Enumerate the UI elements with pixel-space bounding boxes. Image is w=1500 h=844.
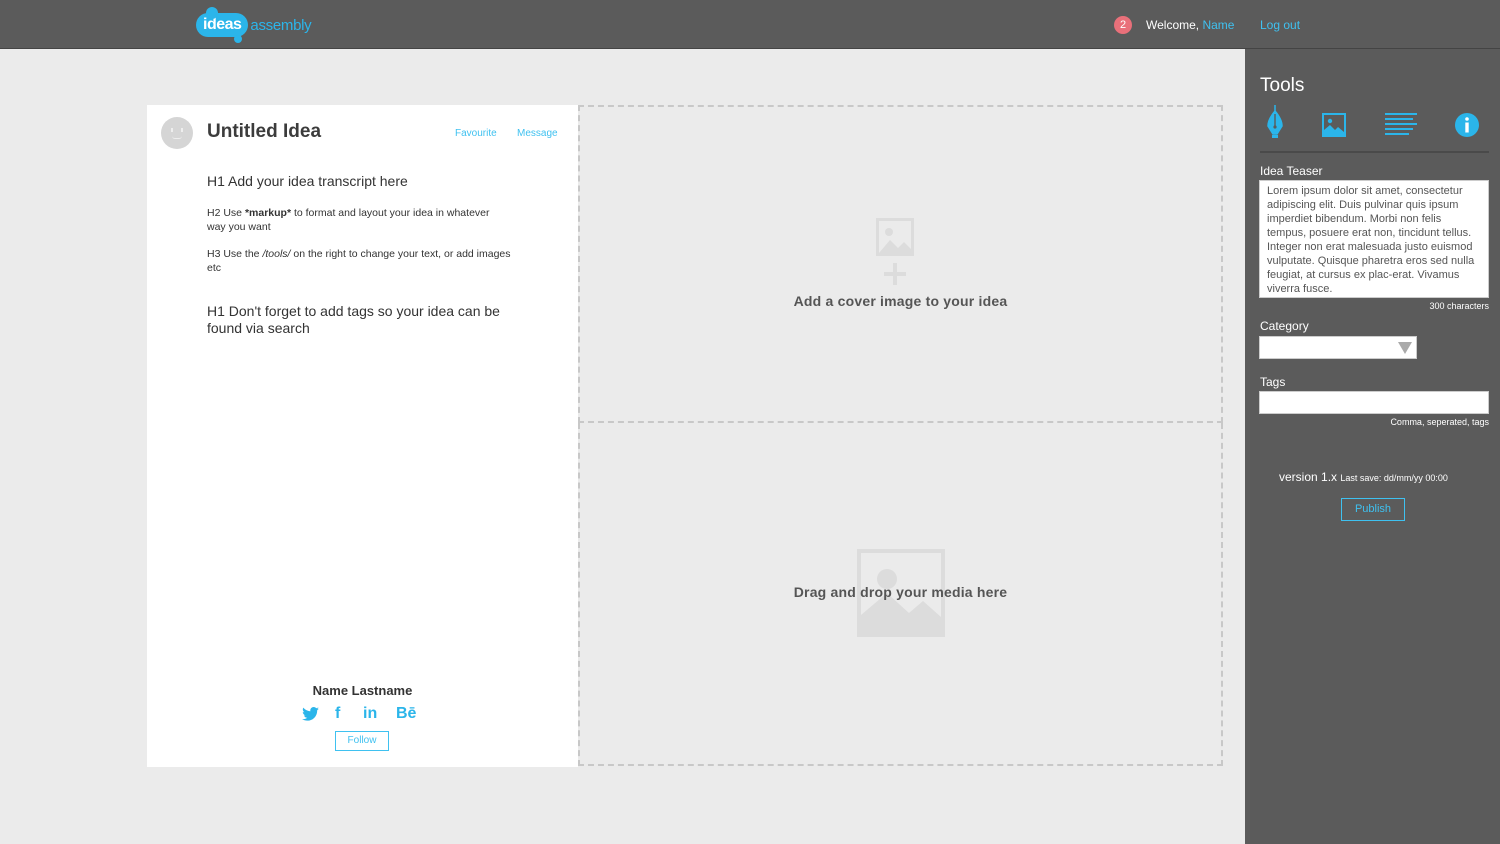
last-save: Last save: dd/mm/yy 00:00 — [1340, 473, 1448, 483]
welcome-text: Welcome, Name — [1146, 18, 1234, 32]
idea-teaser-textarea[interactable]: Lorem ipsum dolor sit amet, consectetur … — [1259, 180, 1489, 298]
h3-tools: /tools/ — [262, 248, 291, 260]
text-align-icon[interactable] — [1385, 113, 1417, 147]
avatar-mouth — [172, 136, 182, 139]
favourite-link[interactable]: Favourite — [455, 128, 497, 139]
teaser-char-count: 300 characters — [1429, 301, 1489, 311]
chevron-down-icon — [1398, 342, 1412, 354]
h2-prefix: H2 Use — [207, 207, 245, 219]
message-link[interactable]: Message — [517, 128, 558, 139]
add-image-icon — [876, 218, 914, 295]
transcript-h1[interactable]: H1 Add your idea transcript here — [207, 173, 408, 189]
h2-markup: *markup* — [244, 207, 292, 219]
avatar[interactable] — [161, 117, 193, 149]
facebook-icon[interactable]: f — [335, 704, 340, 724]
image-icon[interactable] — [1322, 113, 1346, 147]
category-select[interactable] — [1259, 336, 1417, 359]
tags-hint: Comma, seperated, tags — [1390, 417, 1489, 427]
notification-badge[interactable]: 2 — [1114, 16, 1132, 34]
linkedin-icon[interactable]: in — [363, 704, 377, 724]
info-icon[interactable] — [1455, 113, 1479, 147]
idea-teaser-label: Idea Teaser — [1260, 164, 1323, 178]
tools-title: Tools — [1260, 75, 1305, 96]
social-links: f in Bē — [302, 704, 426, 724]
media-drop-prompt: Drag and drop your media here — [793, 584, 1008, 600]
transcript-h3[interactable]: H3 Use the /tools/ on the right to chang… — [207, 247, 527, 275]
tags-input[interactable] — [1259, 391, 1489, 414]
pen-icon[interactable] — [1267, 105, 1283, 139]
idea-title[interactable]: Untitled Idea — [207, 121, 321, 143]
follow-button[interactable]: Follow — [335, 731, 389, 751]
version-info: version 1.x Last save: dd/mm/yy 00:00 — [1279, 470, 1448, 484]
cover-image-prompt: Add a cover image to your idea — [793, 293, 1008, 309]
idea-card: Untitled Idea Favourite Message H1 Add y… — [147, 105, 578, 767]
top-bar: ideas assembly 2 Welcome, Name Log out — [0, 0, 1500, 49]
user-name-link[interactable]: Name — [1202, 18, 1234, 32]
twitter-icon[interactable] — [302, 704, 319, 724]
logo-bubble: ideas — [196, 7, 249, 43]
logo-wordmark: assembly — [250, 16, 312, 34]
version-number: version 1.x — [1279, 470, 1338, 484]
tools-divider — [1260, 151, 1489, 153]
behance-icon[interactable]: Bē — [396, 704, 416, 724]
transcript-h2[interactable]: H2 Use *markup* to format and layout you… — [207, 206, 507, 234]
tags-label: Tags — [1260, 375, 1286, 389]
avatar-eye — [171, 128, 173, 132]
author-name[interactable]: Name Lastname — [147, 683, 578, 698]
ideas-assembly-logo[interactable]: ideas assembly — [196, 6, 312, 44]
category-label: Category — [1260, 319, 1309, 333]
welcome-prefix: Welcome, — [1146, 18, 1203, 32]
h3-prefix: H3 Use the — [207, 248, 263, 260]
logout-link[interactable]: Log out — [1260, 18, 1300, 32]
media-dropzone[interactable]: Drag and drop your media here — [578, 423, 1223, 766]
tools-sidebar: Tools Idea Teaser Lorem ipsum dolor sit … — [1245, 49, 1500, 844]
publish-button[interactable]: Publish — [1341, 498, 1405, 521]
cover-image-dropzone[interactable]: Add a cover image to your idea — [578, 105, 1223, 423]
transcript-h1-tags[interactable]: H1 Don't forget to add tags so your idea… — [207, 303, 537, 337]
avatar-eye — [181, 128, 183, 132]
